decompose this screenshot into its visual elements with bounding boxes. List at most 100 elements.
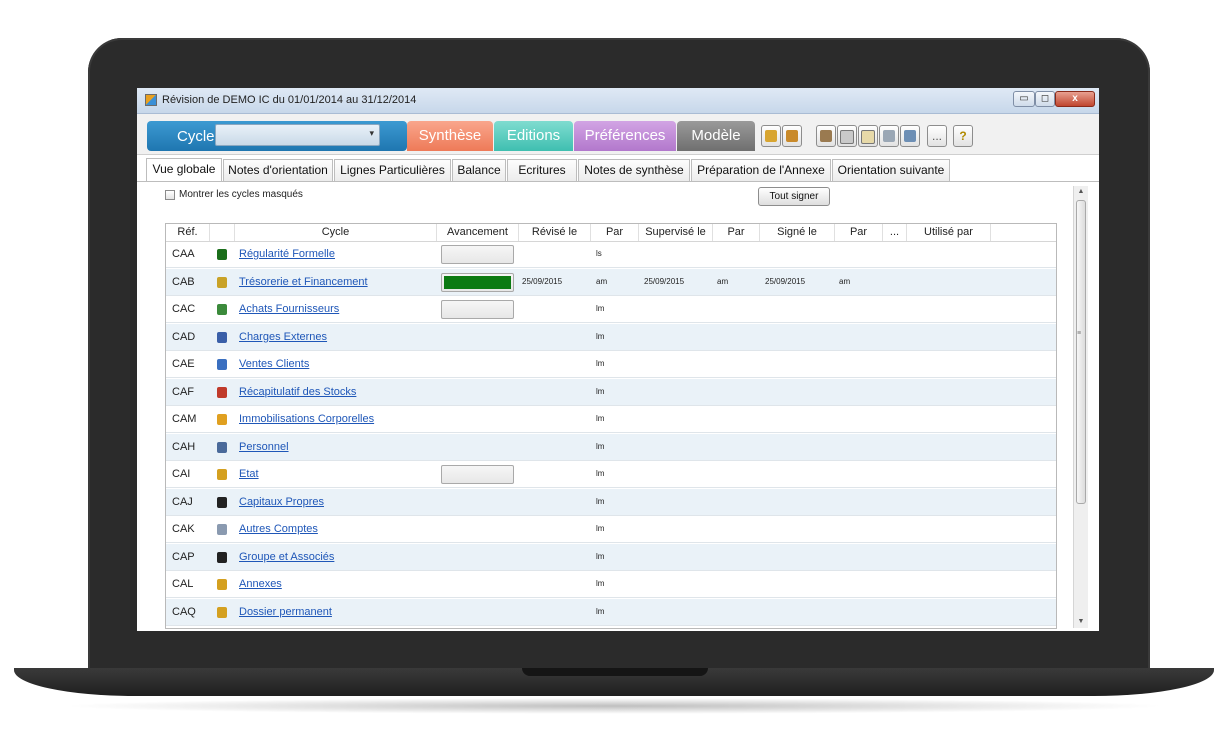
row-ref: CAL bbox=[172, 578, 194, 590]
column-header-signed[interactable]: Signé le bbox=[760, 224, 835, 241]
cycle-link[interactable]: Autres Comptes bbox=[239, 516, 318, 543]
cycle-link[interactable]: Annexes bbox=[239, 571, 282, 598]
more-button[interactable]: ... bbox=[927, 125, 947, 147]
tab-notes-synthese[interactable]: Notes de synthèse bbox=[578, 159, 690, 181]
maximize-button[interactable]: ◻ bbox=[1035, 91, 1055, 107]
cycle-panel: Cycle ▾ bbox=[147, 121, 407, 151]
pencil-icon bbox=[217, 579, 227, 590]
tab-vue-globale[interactable]: Vue globale bbox=[146, 158, 222, 181]
building-icon bbox=[217, 331, 227, 343]
tab-orientation-suivante[interactable]: Orientation suivante bbox=[832, 159, 950, 181]
cycle-link[interactable]: Etat bbox=[239, 461, 259, 488]
table-row[interactable]: CAF Récapitulatif des Stocks lm bbox=[166, 378, 1056, 406]
table-row[interactable]: CAJ Capitaux Propres lm bbox=[166, 488, 1056, 516]
column-header-ref[interactable]: Réf. bbox=[166, 224, 210, 241]
scrollbar-thumb[interactable] bbox=[1076, 200, 1086, 504]
cycle-link[interactable]: Immobilisations Corporelles bbox=[239, 406, 374, 433]
show-hidden-cycles-label: Montrer les cycles masqués bbox=[179, 189, 303, 200]
tab-preferences[interactable]: Préférences bbox=[574, 121, 676, 151]
table-row[interactable]: CAC Achats Fournisseurs lm bbox=[166, 296, 1056, 323]
supervised-date: 25/09/2015 bbox=[644, 276, 685, 286]
progress-bar-fill bbox=[444, 275, 511, 289]
copy-icon-button[interactable] bbox=[837, 125, 857, 147]
dropdown-arrow-icon: ▾ bbox=[369, 128, 374, 138]
users-icon-button[interactable] bbox=[900, 125, 920, 147]
cycle-link[interactable]: Régularité Formelle bbox=[239, 241, 335, 268]
view-tabs: Vue globale Notes d'orientation Lignes P… bbox=[137, 155, 1099, 182]
sign-all-button[interactable]: Tout signer bbox=[758, 187, 830, 206]
revised-by: lm bbox=[596, 524, 605, 533]
revised-by: lm bbox=[596, 441, 605, 451]
tab-balance[interactable]: Balance bbox=[452, 159, 506, 181]
progress-bar bbox=[441, 300, 514, 319]
column-header-supervised[interactable]: Supervisé le bbox=[639, 224, 713, 241]
cycle-link[interactable]: Groupe et Associés bbox=[239, 544, 334, 571]
copy-icon bbox=[840, 130, 854, 144]
table-row[interactable]: CAM Immobilisations Corporelles lm bbox=[166, 406, 1056, 433]
table-row[interactable]: CAH Personnel lm bbox=[166, 433, 1056, 461]
table-row[interactable]: CAP Groupe et Associés lm bbox=[166, 543, 1056, 571]
cycle-link[interactable]: Dossier permanent bbox=[239, 599, 332, 626]
revised-by: lm bbox=[596, 304, 605, 313]
table-row[interactable]: CAA Régularité Formelle ls bbox=[166, 241, 1056, 268]
cycle-link[interactable]: Capitaux Propres bbox=[239, 489, 324, 516]
cycle-link[interactable]: Personnel bbox=[239, 434, 289, 461]
row-ref: CAC bbox=[172, 303, 196, 315]
revised-by: lm bbox=[596, 414, 605, 423]
person-icon bbox=[217, 441, 227, 453]
cycle-link[interactable]: Ventes Clients bbox=[239, 351, 309, 378]
show-hidden-cycles-checkbox[interactable] bbox=[165, 189, 175, 200]
row-ref: CAM bbox=[172, 413, 197, 425]
document-icon-button[interactable] bbox=[858, 125, 878, 147]
cycle-link[interactable]: Achats Fournisseurs bbox=[239, 296, 339, 323]
cycle-link[interactable]: Récapitulatif des Stocks bbox=[239, 379, 356, 406]
minimize-button[interactable]: ▭ bbox=[1013, 91, 1035, 107]
table-row[interactable]: CAD Charges Externes lm bbox=[166, 323, 1056, 351]
signed-by: am bbox=[839, 276, 851, 286]
column-header-more[interactable]: ... bbox=[883, 224, 907, 241]
progress-bar bbox=[441, 465, 514, 484]
table-row[interactable]: CAL Annexes lm bbox=[166, 571, 1056, 598]
tab-modele[interactable]: Modèle bbox=[677, 121, 755, 151]
home-icon-button[interactable] bbox=[816, 125, 836, 147]
cycle-link[interactable]: Charges Externes bbox=[239, 324, 327, 351]
tab-editions[interactable]: Editions bbox=[494, 121, 573, 151]
column-header-used-by[interactable]: Utilisé par bbox=[907, 224, 991, 241]
close-button[interactable]: x bbox=[1055, 91, 1095, 107]
cycle-dropdown[interactable]: ▾ bbox=[215, 124, 380, 146]
help-button[interactable]: ? bbox=[953, 125, 973, 147]
revised-by: am bbox=[596, 276, 608, 286]
cycle-link[interactable]: Trésorerie et Financement bbox=[239, 269, 368, 296]
row-ref: CAH bbox=[172, 440, 196, 453]
scrollbar-grip-icon: ≡ bbox=[1077, 330, 1082, 337]
tab-notes-orientation[interactable]: Notes d'orientation bbox=[223, 159, 333, 181]
home-icon bbox=[820, 130, 832, 142]
table-row[interactable]: CAQ Dossier permanent lm bbox=[166, 598, 1056, 626]
table-row[interactable]: CAB Trésorerie et Financement 25/09/2015 am… bbox=[166, 268, 1056, 296]
column-header-cycle[interactable]: Cycle bbox=[235, 224, 437, 241]
tab-ecritures[interactable]: Ecritures bbox=[507, 159, 577, 181]
table-row[interactable]: CAE Ventes Clients lm bbox=[166, 351, 1056, 378]
vertical-scrollbar[interactable]: ▲ ≡ ▼ bbox=[1073, 186, 1088, 628]
column-header-revised[interactable]: Révisé le bbox=[519, 224, 591, 241]
title-bar: Révision de DEMO IC du 01/01/2014 au 31/… bbox=[137, 88, 1099, 114]
revised-by: lm bbox=[596, 386, 605, 396]
import-icon-button[interactable] bbox=[761, 125, 781, 147]
column-header-progress[interactable]: Avancement bbox=[437, 224, 519, 241]
column-header-signed-by[interactable]: Par bbox=[835, 224, 883, 241]
toolbar: Cycle ▾ Synthèse Editions Préférences Mo… bbox=[137, 114, 1099, 155]
tab-preparation-annexe[interactable]: Préparation de l'Annexe bbox=[691, 159, 831, 181]
scroll-down-icon[interactable]: ▼ bbox=[1074, 616, 1088, 628]
column-header-supervised-by[interactable]: Par bbox=[713, 224, 760, 241]
show-hidden-cycles-option[interactable]: Montrer les cycles masqués bbox=[165, 189, 303, 200]
scroll-up-icon[interactable]: ▲ bbox=[1074, 186, 1088, 198]
table-row[interactable]: CAK Autres Comptes lm bbox=[166, 516, 1056, 543]
revised-by: lm bbox=[596, 606, 605, 616]
tab-synthese[interactable]: Synthèse bbox=[407, 121, 493, 151]
bank-icon-button[interactable] bbox=[879, 125, 899, 147]
export-icon-button[interactable] bbox=[782, 125, 802, 147]
tab-lignes-particulieres[interactable]: Lignes Particulières bbox=[334, 159, 451, 181]
column-header-revised-by[interactable]: Par bbox=[591, 224, 639, 241]
row-ref: CAB bbox=[172, 275, 195, 288]
table-row[interactable]: CAI Etat lm bbox=[166, 461, 1056, 488]
